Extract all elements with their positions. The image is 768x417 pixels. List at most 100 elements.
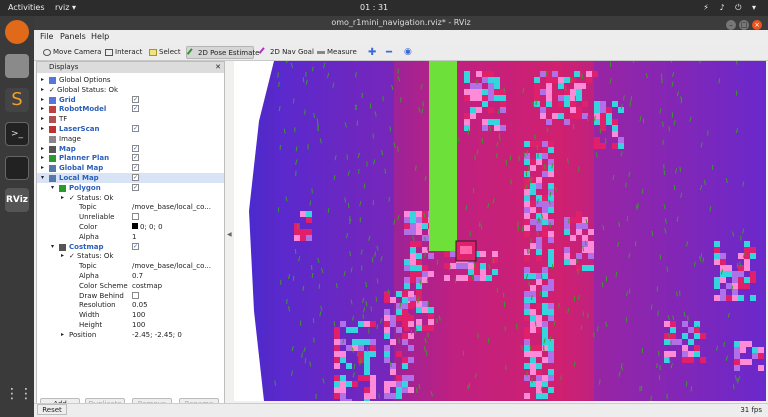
display-row-status-ok[interactable]: ▸ ✓ Status: Ok (37, 193, 224, 203)
eye-icon[interactable]: ◉ (404, 46, 412, 59)
display-row-costmap[interactable]: ▾ Costmap ✓ (37, 242, 224, 252)
remove-tool-icon[interactable]: ━ (386, 46, 392, 59)
display-enabled-checkbox[interactable]: ✓ (132, 154, 139, 162)
display-row-position[interactable]: ▸ Position -2.45; -2.45; 0 (37, 330, 224, 340)
display-row-planner-plan[interactable]: ▸ Planner Plan ✓ (37, 153, 224, 163)
expand-arrow-icon[interactable]: ▸ (61, 330, 64, 340)
display-enabled-checkbox[interactable]: ✓ (132, 183, 139, 191)
expand-arrow-icon[interactable]: ▸ (41, 114, 44, 124)
interact-tool[interactable]: Interact (104, 46, 142, 59)
app-menu[interactable]: rviz ▾ (55, 3, 76, 12)
display-value[interactable]: 0; 0; 0 (132, 222, 163, 232)
close-panel-icon[interactable]: ✕ (215, 62, 221, 73)
measure-tool[interactable]: Measure (316, 46, 357, 59)
expand-arrow-icon[interactable]: ▸ (41, 95, 44, 105)
display-row-topic[interactable]: Topic/move_base/local_co... (37, 202, 224, 212)
costmap-cell (576, 223, 582, 229)
display-value[interactable]: 0.05 (132, 300, 148, 310)
display-row-laserscan[interactable]: ▸ LaserScan ✓ (37, 124, 224, 134)
files-icon[interactable] (5, 54, 29, 78)
display-row-resolution[interactable]: Resolution 0.05 (37, 300, 224, 310)
activities-button[interactable]: Activities (8, 3, 45, 12)
splitter-handle-left[interactable]: ◀ (227, 231, 232, 238)
menu-help[interactable]: Help (91, 32, 109, 41)
display-value[interactable]: costmap (132, 281, 162, 291)
display-row-tf[interactable]: ▸ TF (37, 114, 224, 124)
display-row-alpha[interactable]: Alpha 1 (37, 232, 224, 242)
costmap-view[interactable] (234, 61, 766, 401)
expand-arrow-icon[interactable]: ▸ (61, 193, 64, 203)
add-tool-icon[interactable]: ✚ (368, 46, 376, 59)
costmap-cell (734, 341, 740, 347)
pose-particle (400, 97, 402, 103)
terminal-2-icon[interactable] (5, 156, 29, 180)
expand-arrow-icon[interactable]: ▸ (41, 75, 44, 85)
display-row-color[interactable]: Color 0; 0; 0 (37, 222, 224, 232)
menu-file[interactable]: File (40, 32, 53, 41)
display-row-height[interactable]: Height 100 (37, 320, 224, 330)
display-row-topic[interactable]: Topic/move_base/local_co... (37, 261, 224, 271)
display-row-status-ok[interactable]: ▸ ✓ Status: Ok (37, 251, 224, 261)
display-row-image[interactable]: Image (37, 134, 224, 144)
pose-estimate-tool[interactable]: 2D Pose Estimate (186, 46, 259, 59)
rviz-icon[interactable]: RViz (5, 188, 29, 212)
firefox-icon[interactable] (5, 20, 29, 44)
display-enabled-checkbox[interactable]: ✓ (132, 144, 139, 152)
display-row-width[interactable]: Width 100 (37, 310, 224, 320)
display-enabled-checkbox[interactable]: ✓ (132, 95, 139, 103)
move-camera-tool[interactable]: Move Camera (42, 46, 101, 59)
display-row-global-options[interactable]: ▸ Global Options (37, 75, 224, 85)
costmap-cell (340, 351, 346, 357)
display-enabled-checkbox[interactable]: ✓ (132, 174, 139, 181)
expand-arrow-icon[interactable]: ▸ (41, 104, 44, 114)
display-row-grid[interactable]: ▸ Grid ✓ (37, 95, 224, 105)
display-value[interactable]: 100 (132, 310, 145, 320)
minimize-icon[interactable]: – (726, 20, 736, 30)
expand-arrow-icon[interactable]: ▾ (51, 242, 54, 252)
sublime-icon[interactable]: S (5, 88, 29, 112)
expand-arrow-icon[interactable]: ▸ (61, 251, 64, 261)
property-checkbox[interactable] (132, 213, 139, 221)
costmap-cell (542, 381, 548, 387)
display-row-map[interactable]: ▸ Map ✓ (37, 144, 224, 154)
display-row-local-map[interactable]: ▾ Local Map ✓ (37, 173, 224, 183)
terminal-icon[interactable]: >_ (5, 122, 29, 146)
expand-arrow-icon[interactable]: ▸ (41, 163, 44, 173)
select-tool[interactable]: Select (148, 46, 181, 59)
display-value[interactable]: /move_base/local_co... (132, 202, 211, 212)
display-row-draw-behind[interactable]: Draw Behind (37, 291, 224, 301)
show-apps-icon[interactable]: ⋮⋮ (5, 382, 33, 406)
display-enabled-checkbox[interactable]: ✓ (132, 105, 139, 113)
display-enabled-checkbox[interactable]: ✓ (132, 125, 139, 132)
expand-arrow-icon[interactable]: ▾ (51, 183, 54, 193)
display-value[interactable]: -2.45; -2.45; 0 (132, 330, 182, 340)
close-icon[interactable]: × (752, 20, 762, 30)
expand-arrow-icon[interactable]: ▾ (41, 173, 44, 183)
display-row-color-scheme[interactable]: Color Scheme costmap (37, 281, 224, 291)
maximize-icon[interactable]: □ (739, 20, 749, 30)
reset-button[interactable]: Reset (37, 404, 67, 415)
render-viewport[interactable] (234, 61, 766, 401)
expand-arrow-icon[interactable]: ▸ (41, 144, 44, 154)
menu-panels[interactable]: Panels (60, 32, 86, 41)
property-checkbox[interactable] (132, 291, 139, 299)
clock[interactable]: 01 : 31 (360, 3, 388, 12)
display-enabled-checkbox[interactable]: ✓ (132, 164, 139, 172)
display-row-polygon[interactable]: ▾ Polygon ✓ (37, 183, 224, 193)
display-value[interactable]: 0.7 (132, 271, 143, 281)
display-row-alpha[interactable]: Alpha 0.7 (37, 271, 224, 281)
expand-arrow-icon[interactable]: ▸ (41, 124, 44, 134)
display-value[interactable]: 1 (132, 232, 136, 242)
system-menu[interactable]: ⚡ ♪ ⏻ ▾ (703, 3, 760, 13)
display-row-robotmodel[interactable]: ▸ RobotModel ✓ (37, 104, 224, 114)
display-row-global-status-ok[interactable]: ▸ ✓ Global Status: Ok (37, 85, 224, 95)
display-enabled-checkbox[interactable]: ✓ (132, 242, 139, 250)
display-value[interactable]: 100 (132, 320, 145, 330)
expand-arrow-icon[interactable]: ▸ (41, 85, 44, 95)
costmap-cell (744, 265, 750, 271)
nav-goal-tool[interactable]: 2D Nav Goal (258, 46, 314, 59)
expand-arrow-icon[interactable]: ▸ (41, 153, 44, 163)
display-row-global-map[interactable]: ▸ Global Map ✓ (37, 163, 224, 173)
display-value[interactable]: /move_base/local_co... (132, 261, 211, 271)
display-row-unreliable[interactable]: Unreliable (37, 212, 224, 222)
